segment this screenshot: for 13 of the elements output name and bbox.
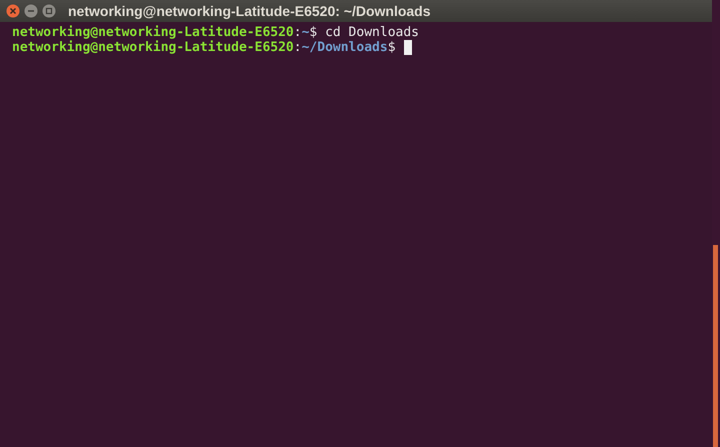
maximize-icon[interactable] <box>42 4 56 18</box>
prompt-text: networking@networking-Latitude-E6520 <box>12 25 294 40</box>
prompt-separator: : <box>294 40 302 55</box>
prompt-text: networking@networking-Latitude-E6520 <box>12 40 294 55</box>
command-text: cd Downloads <box>324 25 419 40</box>
prompt-path: ~/Downloads <box>302 40 388 55</box>
prompt-path: ~ <box>302 25 310 40</box>
close-icon[interactable] <box>6 4 20 18</box>
prompt-symbol: $ <box>309 25 318 40</box>
prompt-symbol: $ <box>388 40 396 55</box>
prompt-separator: : <box>294 25 302 40</box>
minimize-icon[interactable] <box>24 4 38 18</box>
window-title: networking@networking-Latitude-E6520: ~/Downloads <box>68 2 431 21</box>
